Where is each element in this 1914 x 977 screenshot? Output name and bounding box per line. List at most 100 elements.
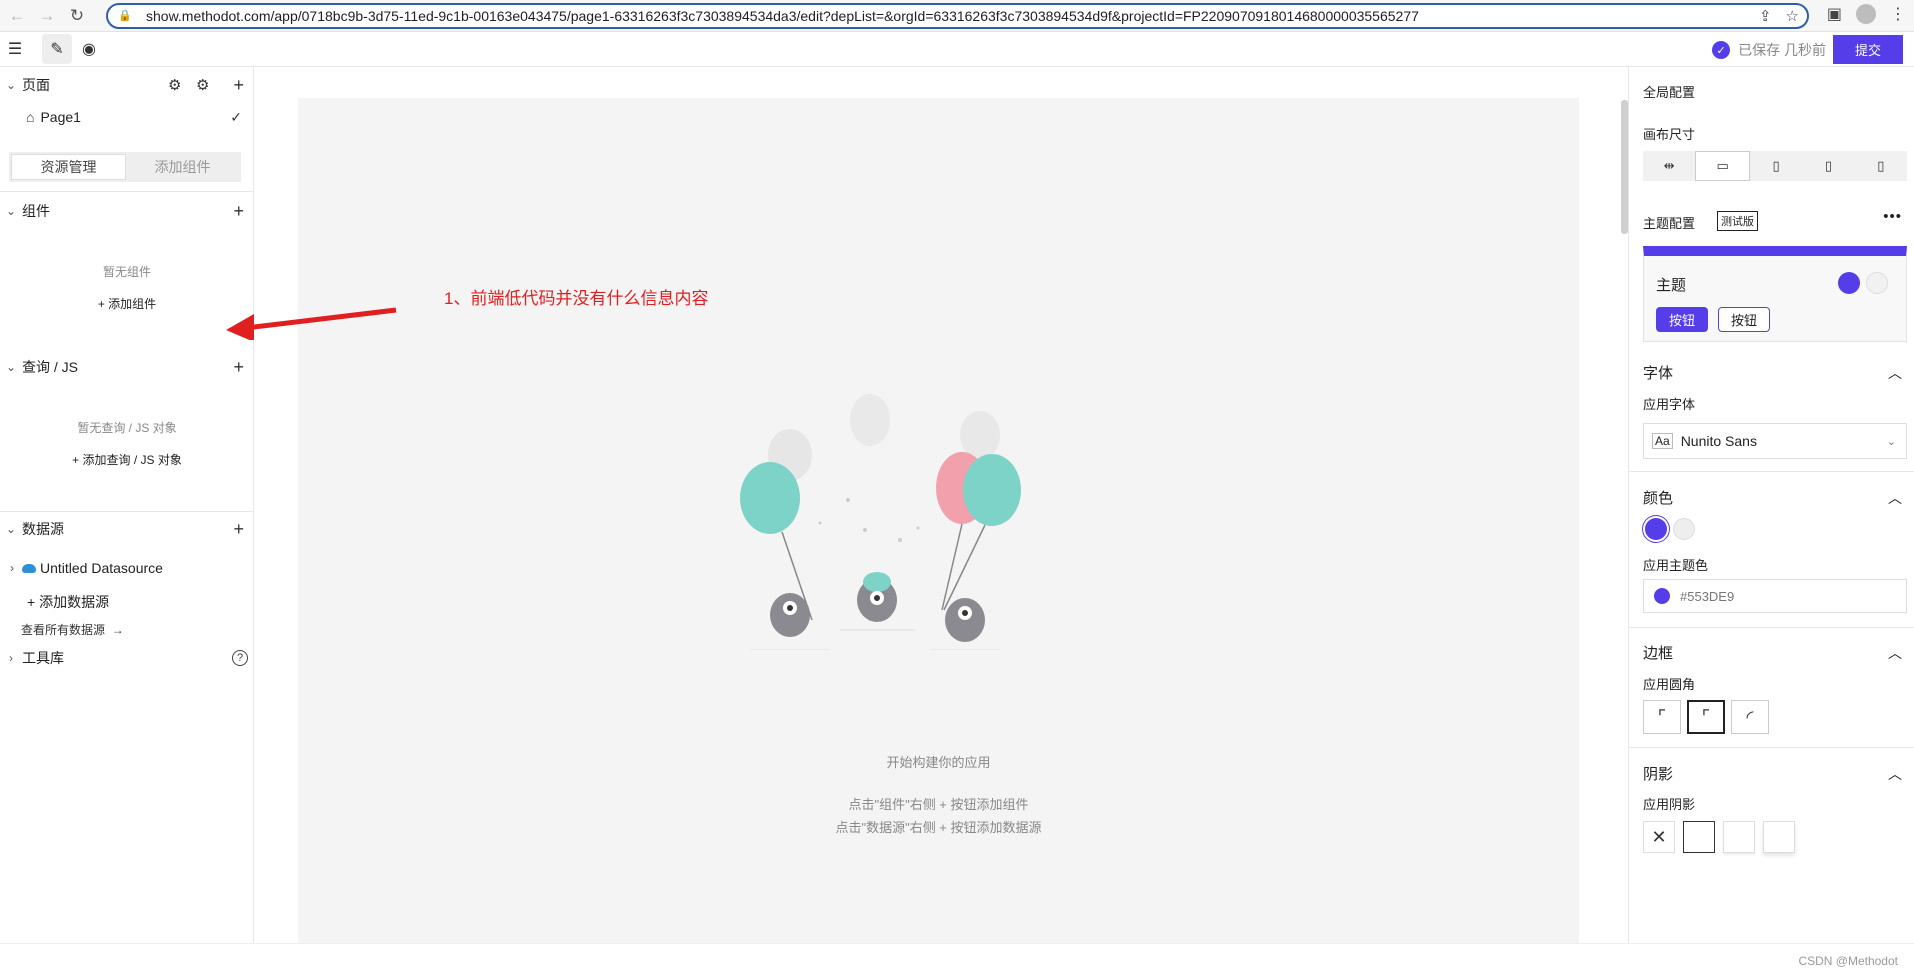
ghost-balloon — [960, 411, 1000, 459]
pages-section-header[interactable]: ⌄ 页面 ⚙ ⚙ + — [0, 70, 254, 100]
save-status-text: 已保存 几秒前 — [1738, 42, 1826, 58]
mobile-icon[interactable]: ▯ — [1855, 151, 1907, 181]
settings-icon[interactable]: ⚙ — [196, 76, 209, 94]
preview-eye-icon[interactable]: ◉ — [74, 34, 104, 64]
chevron-right-icon[interactable]: › — [0, 651, 22, 665]
font-select[interactable]: Aa Nunito Sans ⌄ — [1643, 423, 1907, 459]
shadow-large-option[interactable] — [1763, 821, 1795, 853]
dot — [916, 526, 920, 530]
browser-menu-icon[interactable]: ⋮ — [1890, 4, 1906, 24]
add-datasource-link[interactable]: + 添加数据源 — [27, 592, 109, 612]
fluid-width-icon[interactable]: ⇹ — [1643, 151, 1695, 181]
cloud-icon — [22, 563, 36, 573]
theme-preview-primary-button[interactable]: 按钮 — [1656, 307, 1708, 332]
canvas-scrollbar[interactable] — [1621, 100, 1628, 234]
border-section-title: 边框 — [1643, 645, 1674, 662]
chevron-down-icon: ⌄ — [1886, 435, 1896, 448]
beta-badge: 测试版 — [1717, 211, 1758, 231]
app-shadow-label: 应用阴影 — [1643, 797, 1696, 812]
divider — [0, 191, 254, 192]
view-all-datasources-link[interactable]: 查看所有数据源 → — [21, 621, 124, 638]
page-name: Page1 — [40, 109, 81, 125]
global-config-title: 全局配置 — [1643, 85, 1696, 100]
tab-resources[interactable]: 资源管理 — [11, 154, 126, 180]
submit-button[interactable]: 提交 — [1833, 35, 1903, 64]
home-icon: ⌂ — [26, 109, 35, 125]
chevron-down-icon[interactable]: ⌄ — [0, 522, 22, 536]
edit-pencil-icon[interactable]: ✎ — [42, 34, 72, 64]
view-all-text: 查看所有数据源 — [21, 623, 106, 637]
shadow-medium-option[interactable] — [1723, 821, 1755, 853]
add-component-link[interactable]: + 添加组件 — [0, 295, 254, 312]
more-options-icon[interactable]: ••• — [1883, 208, 1902, 225]
datasource-item[interactable]: › Untitled Datasource — [0, 556, 254, 580]
profile-avatar[interactable] — [1856, 4, 1876, 24]
desktop-icon[interactable]: ▭ — [1695, 151, 1750, 181]
color-secondary-swatch[interactable] — [1673, 518, 1695, 540]
add-component-icon[interactable]: + — [233, 201, 244, 222]
arrow-shaft — [245, 307, 397, 331]
tablet-icon[interactable]: ▯ — [1802, 151, 1854, 181]
radius-none-option[interactable]: ⌜ — [1643, 700, 1681, 734]
radius-small-option[interactable]: ⌜ — [1687, 700, 1725, 734]
add-page-icon[interactable]: + — [233, 75, 244, 96]
dot — [863, 528, 867, 532]
app-font-label: 应用字体 — [1643, 397, 1696, 412]
share-icon[interactable]: ⇪ — [1759, 7, 1772, 25]
page-item-page1[interactable]: ⌂ Page1 ✓ — [0, 103, 254, 131]
sidepanel-icon[interactable]: ▣ — [1827, 4, 1842, 24]
theme-config-label: 主题配置 — [1643, 216, 1696, 231]
divider — [1629, 627, 1914, 628]
radius-large-option[interactable]: ◜ — [1731, 700, 1769, 734]
add-datasource-icon[interactable]: + — [233, 519, 244, 540]
datasource-section-header[interactable]: ⌄ 数据源 + — [0, 514, 254, 544]
bookmark-star-icon[interactable]: ☆ — [1786, 7, 1799, 25]
dot — [898, 538, 902, 542]
theme-color-input[interactable]: #553DE9 — [1643, 579, 1907, 613]
ghost-balloon — [850, 394, 890, 446]
chevron-up-icon[interactable]: ︿ — [1888, 488, 1902, 508]
chevron-right-icon[interactable]: › — [10, 561, 14, 575]
tablet-landscape-icon[interactable]: ▯ — [1750, 151, 1802, 181]
shadow-none-option[interactable]: ✕ — [1643, 821, 1675, 853]
datasource-title: 数据源 — [22, 521, 64, 537]
queries-section-header[interactable]: ⌄ 查询 / JS + — [0, 352, 254, 382]
theme-preview-secondary-button[interactable]: 按钮 — [1718, 307, 1770, 332]
library-section-header[interactable]: › 工具库 ? — [0, 643, 254, 673]
help-icon[interactable]: ? — [232, 650, 248, 666]
empty-state-title: 开始构建你的应用 — [886, 755, 991, 770]
color-primary-swatch[interactable] — [1645, 518, 1667, 540]
chevron-up-icon[interactable]: ︿ — [1888, 764, 1902, 784]
gear-icon[interactable]: ⚙ — [168, 76, 181, 94]
shadow-small-option[interactable] — [1683, 821, 1715, 853]
monster-pupil — [787, 605, 793, 611]
add-query-link[interactable]: + 添加查询 / JS 对象 — [0, 451, 254, 468]
add-query-icon[interactable]: + — [233, 357, 244, 378]
forward-icon[interactable]: → — [34, 3, 60, 29]
chevron-down-icon[interactable]: ⌄ — [0, 78, 22, 92]
left-panel: ⌄ 页面 ⚙ ⚙ + ⌂ Page1 ✓ 资源管理 添加组件 ⌄ 组件 + 暂无… — [0, 67, 254, 943]
components-section-header[interactable]: ⌄ 组件 + — [0, 196, 254, 226]
empty-state-hint-datasource: 点击"数据源"右侧 + 按钮添加数据源 — [835, 820, 1042, 835]
menu-icon[interactable]: ☰ — [0, 34, 30, 64]
browser-bar: ← → ↻ 🔒 show.methodot.com/app/0718bc9b-3… — [0, 0, 1914, 32]
library-title: 工具库 — [22, 650, 64, 666]
queries-title: 查询 / JS — [22, 359, 79, 375]
reload-icon[interactable]: ↻ — [64, 3, 90, 29]
chevron-down-icon[interactable]: ⌄ — [0, 204, 22, 218]
arrow-head — [226, 314, 254, 340]
chevron-down-icon[interactable]: ⌄ — [0, 360, 22, 374]
tab-add-component[interactable]: 添加组件 — [126, 154, 239, 180]
back-icon[interactable]: ← — [4, 3, 30, 29]
chevron-up-icon[interactable]: ︿ — [1888, 363, 1902, 383]
theme-card[interactable]: 主题 按钮 按钮 — [1643, 246, 1907, 342]
chevron-up-icon[interactable]: ︿ — [1888, 643, 1902, 663]
saved-check-icon: ✓ — [1712, 41, 1731, 59]
address-bar[interactable]: 🔒 show.methodot.com/app/0718bc9b-3d75-11… — [106, 3, 1809, 29]
color-section-title: 颜色 — [1643, 490, 1674, 507]
add-datasource-text: 添加数据源 — [39, 594, 110, 610]
app-theme-color-label: 应用主题色 — [1643, 558, 1709, 573]
font-aa-icon: Aa — [1652, 433, 1673, 449]
theme-color-value: #553DE9 — [1680, 588, 1735, 604]
theme-label: 主题 — [1656, 277, 1687, 294]
